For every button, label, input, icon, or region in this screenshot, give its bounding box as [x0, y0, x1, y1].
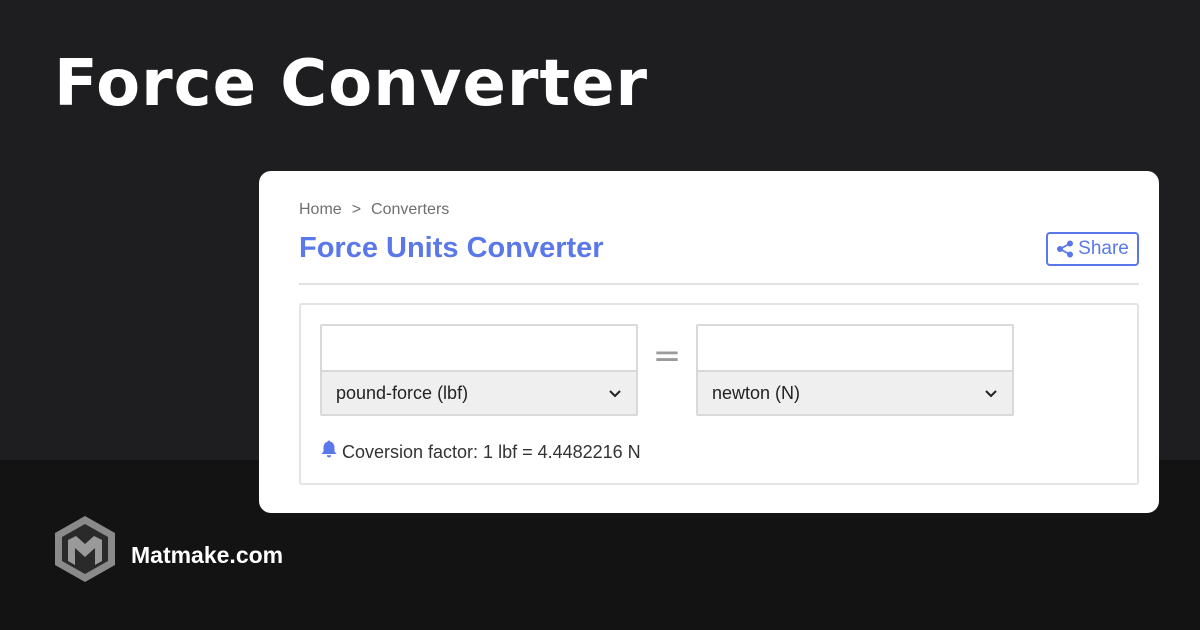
- from-unit-label: pound-force (lbf): [336, 383, 469, 403]
- from-value-input[interactable]: [322, 326, 636, 372]
- matmake-logo: [53, 514, 117, 584]
- hero-title: Force Converter: [54, 47, 649, 121]
- to-unit-select[interactable]: newton (N): [698, 372, 1012, 414]
- equals-sign: =: [652, 336, 682, 376]
- chevron-down-icon: [984, 372, 998, 414]
- breadcrumb-converters-link[interactable]: Converters: [371, 201, 449, 218]
- conversion-factor-text: Coversion factor: 1 lbf = 4.4482216 N: [342, 441, 641, 462]
- page-title: Force Units Converter: [299, 232, 604, 264]
- breadcrumb: Home > Converters: [299, 200, 449, 220]
- share-button[interactable]: Share: [1046, 232, 1139, 266]
- breadcrumb-home-link[interactable]: Home: [299, 201, 342, 218]
- share-icon: [1056, 240, 1074, 258]
- share-label: Share: [1078, 238, 1129, 259]
- to-unit-group: newton (N): [696, 324, 1014, 416]
- conversion-factor: Coversion factor: 1 lbf = 4.4482216 N: [320, 439, 641, 464]
- bell-icon: [320, 439, 338, 464]
- converter-panel: pound-force (lbf) = newton (N) Coversion…: [299, 303, 1139, 485]
- breadcrumb-separator: >: [351, 201, 362, 218]
- converter-card: Home > Converters Force Units Converter Sh…: [259, 171, 1159, 513]
- to-unit-label: newton (N): [712, 383, 801, 403]
- to-value-input[interactable]: [698, 326, 1012, 372]
- title-divider: [299, 283, 1139, 285]
- from-unit-group: pound-force (lbf): [320, 324, 638, 416]
- from-unit-select[interactable]: pound-force (lbf): [322, 372, 636, 414]
- brand-name: Matmake.com: [131, 542, 284, 568]
- chevron-down-icon: [608, 372, 622, 414]
